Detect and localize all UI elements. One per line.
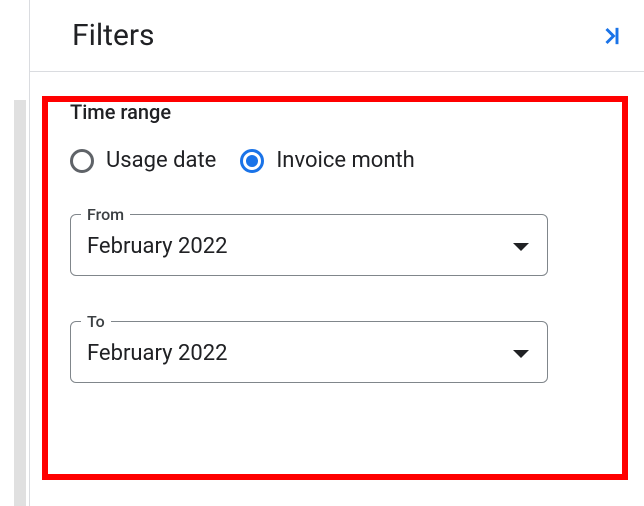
filters-content: Time range Usage date Invoice month From… [30,72,644,439]
radio-usage-date[interactable]: Usage date [70,148,216,173]
panel-title: Filters [72,18,155,53]
panel-header: Filters [30,0,644,72]
to-label: To [81,312,111,331]
left-rail [0,0,30,506]
time-range-title: Time range [70,100,608,124]
to-date-select[interactable]: To February 2022 [70,312,548,383]
collapse-panel-icon[interactable] [596,22,624,50]
radio-circle-selected-icon [240,149,264,173]
from-date-select[interactable]: From February 2022 [70,205,548,276]
dropdown-arrow-icon [513,350,529,358]
dropdown-arrow-icon [513,243,529,251]
main-panel: Filters Time range Usage date Invoice mo… [30,0,644,506]
time-range-radio-group: Usage date Invoice month [70,148,608,173]
radio-invoice-month[interactable]: Invoice month [240,148,414,173]
radio-invoice-month-label: Invoice month [276,148,414,173]
from-value: February 2022 [87,234,227,259]
radio-dot-icon [246,155,258,167]
left-rail-scrollbar[interactable] [14,100,26,506]
radio-circle-icon [70,149,94,173]
from-label: From [81,205,130,224]
to-value: February 2022 [87,341,227,366]
radio-usage-date-label: Usage date [106,148,216,173]
